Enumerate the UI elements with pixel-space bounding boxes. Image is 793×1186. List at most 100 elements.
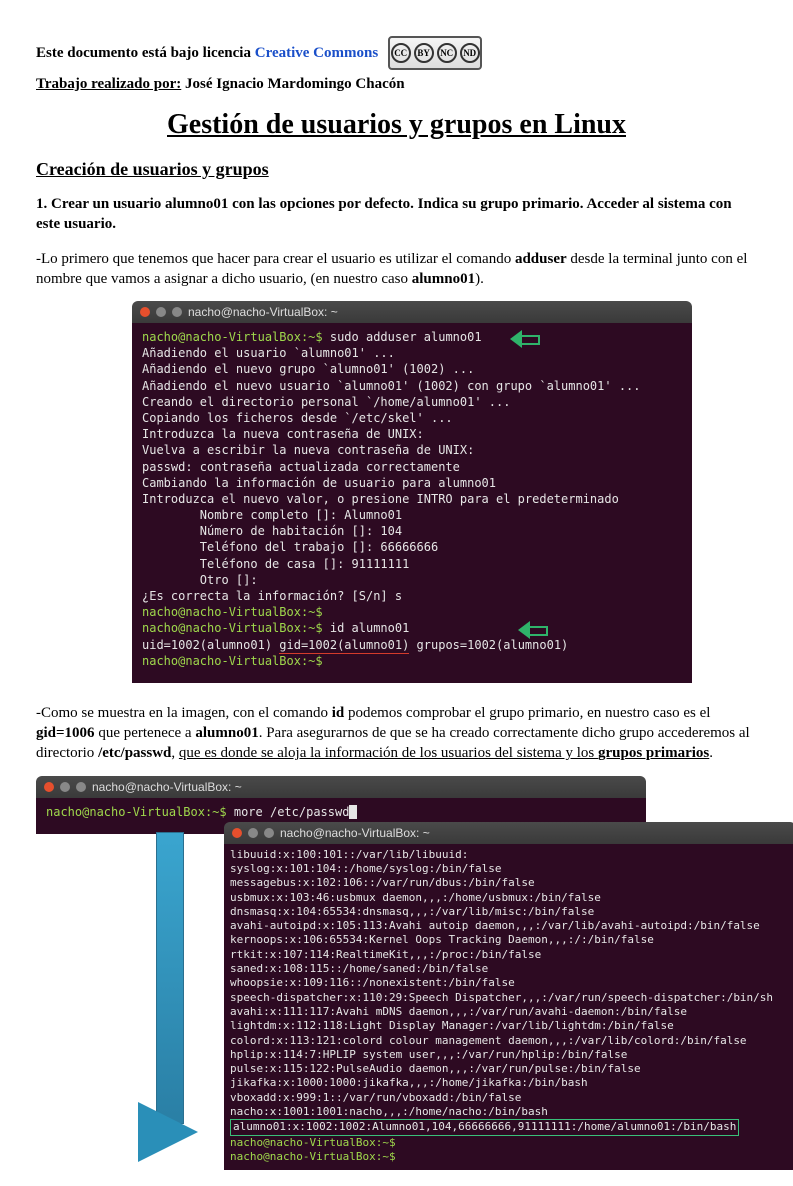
- maximize-icon[interactable]: [172, 307, 182, 317]
- t1-l11: Introduzca el nuevo valor, o presione IN…: [142, 492, 619, 506]
- t2b-l8: saned:x:108:115::/home/saned:/bin/false: [230, 962, 488, 975]
- t2b-l3: usbmux:x:103:46:usbmux daemon,,,:/home/u…: [230, 891, 601, 904]
- t1-l17: ¿Es correcta la información? [S/n] s: [142, 589, 402, 603]
- arrow-icon: [510, 332, 538, 344]
- t2b-l4: dnsmasq:x:104:65534:dnsmasq,,,:/var/lib/…: [230, 905, 594, 918]
- t1-l18-prompt: nacho@nacho-VirtualBox:~$: [142, 605, 323, 619]
- terminal-2b-title: nacho@nacho-VirtualBox: ~: [280, 826, 430, 840]
- p1-t1: -Lo primero que tenemos que hacer para c…: [36, 251, 515, 267]
- t1-l1-cmd: sudo adduser alumno01: [323, 330, 482, 344]
- license-text: Este documento está bajo licencia Creati…: [36, 45, 378, 62]
- t1-l20c: grupos=1002(alumno01): [409, 638, 568, 652]
- t1-l6: Copiando los ficheros desde `/etc/skel' …: [142, 411, 453, 425]
- t1-l7: Introduzca la nueva contraseña de UNIX:: [142, 427, 424, 441]
- t1-l15: Teléfono de casa []: 91111111: [142, 557, 409, 571]
- minimize-icon[interactable]: [60, 782, 70, 792]
- author-label: Trabajo realizado por:: [36, 76, 181, 92]
- t1-l5: Creando el directorio personal `/home/al…: [142, 395, 510, 409]
- terminal-1-title: nacho@nacho-VirtualBox: ~: [188, 305, 338, 319]
- terminal-group-2: nacho@nacho-VirtualBox: ~ nacho@nacho-Vi…: [36, 776, 756, 1176]
- t2b-tail2: nacho@nacho-VirtualBox:~$: [230, 1150, 396, 1163]
- p2-b5: grupos primarios: [598, 745, 709, 761]
- section-heading: Creación de usuarios y grupos: [36, 159, 757, 180]
- t2b-l13: colord:x:113:121:colord colour managemen…: [230, 1034, 747, 1047]
- t1-l10: Cambiando la información de usuario para…: [142, 476, 496, 490]
- terminal-1: nacho@nacho-VirtualBox: ~ nacho@nacho-Vi…: [132, 301, 692, 683]
- t2b-l12: lightdm:x:112:118:Light Display Manager:…: [230, 1019, 674, 1032]
- t2a-cmd: more /etc/passwd: [227, 805, 350, 819]
- page-title: Gestión de usuarios y grupos en Linux: [36, 109, 757, 141]
- terminal-1-titlebar: nacho@nacho-VirtualBox: ~: [132, 301, 692, 323]
- p2-t2: podemos comprobar el grupo primario, en …: [344, 705, 710, 721]
- t1-l20b: gid=1002(alumno01): [279, 638, 409, 654]
- minimize-icon[interactable]: [156, 307, 166, 317]
- p2-b4: /etc/passwd: [98, 745, 171, 761]
- t1-l3: Añadiendo el nuevo grupo `alumno01' (100…: [142, 362, 474, 376]
- t1-l8: Vuelva a escribir la nueva contraseña de…: [142, 443, 474, 457]
- task-statement: 1. Crear un usuario alumno01 con las opc…: [36, 194, 757, 235]
- t2b-l9: whoopsie:x:109:116::/nonexistent:/bin/fa…: [230, 976, 515, 989]
- terminal-2a-titlebar: nacho@nacho-VirtualBox: ~: [36, 776, 646, 798]
- nc-icon: NC: [437, 43, 457, 63]
- creative-commons-link[interactable]: Creative Commons: [255, 45, 378, 61]
- p2-u1: que es donde se aloja la información de …: [179, 745, 598, 761]
- p1-t3: ).: [475, 271, 484, 287]
- terminal-1-body: nacho@nacho-VirtualBox:~$ sudo adduser a…: [132, 323, 692, 683]
- big-arrow-icon: [136, 832, 216, 1162]
- t2b-l6: kernoops:x:106:65534:Kernel Oops Trackin…: [230, 933, 654, 946]
- maximize-icon[interactable]: [264, 828, 274, 838]
- close-icon[interactable]: [140, 307, 150, 317]
- maximize-icon[interactable]: [76, 782, 86, 792]
- p1-b2: alumno01: [412, 271, 475, 287]
- t1-l19-cmd: id alumno01: [323, 621, 410, 635]
- paragraph-1: -Lo primero que tenemos que hacer para c…: [36, 249, 757, 290]
- p2-b3: alumno01: [195, 725, 258, 741]
- t2b-l17: vboxadd:x:999:1::/var/run/vboxadd:/bin/f…: [230, 1091, 521, 1104]
- t2b-l1: syslog:x:101:104::/home/syslog:/bin/fals…: [230, 862, 502, 875]
- t2b-l15: pulse:x:115:122:PulseAudio daemon,,,:/va…: [230, 1062, 641, 1075]
- t1-l16: Otro []:: [142, 573, 258, 587]
- p2-t3: que pertenece a: [95, 725, 196, 741]
- paragraph-2: -Como se muestra en la imagen, con el co…: [36, 703, 757, 764]
- p2-b1: id: [332, 705, 345, 721]
- author-line: Trabajo realizado por: José Ignacio Mard…: [36, 76, 757, 93]
- t1-l19-prompt: nacho@nacho-VirtualBox:~$: [142, 621, 323, 635]
- t1-l20a: uid=1002(alumno01): [142, 638, 279, 652]
- t1-l4: Añadiendo el nuevo usuario `alumno01' (1…: [142, 379, 641, 393]
- license-prefix: Este documento está bajo licencia: [36, 45, 255, 61]
- cursor-icon: [349, 805, 357, 819]
- t2b-tail1: nacho@nacho-VirtualBox:~$: [230, 1136, 396, 1149]
- t1-l13: Número de habitación []: 104: [142, 524, 402, 538]
- t1-l21-prompt: nacho@nacho-VirtualBox:~$: [142, 654, 323, 668]
- close-icon[interactable]: [232, 828, 242, 838]
- p1-b1: adduser: [515, 251, 567, 267]
- license-row: Este documento está bajo licencia Creati…: [36, 36, 757, 70]
- t2b-l11: avahi:x:111:117:Avahi mDNS daemon,,,:/va…: [230, 1005, 687, 1018]
- arrow-icon: [518, 623, 546, 635]
- t2b-l14: hplip:x:114:7:HPLIP system user,,,:/var/…: [230, 1048, 627, 1061]
- t2b-l10: speech-dispatcher:x:110:29:Speech Dispat…: [230, 991, 773, 1004]
- t2b-l7: rtkit:x:107:114:RealtimeKit,,,:/proc:/bi…: [230, 948, 541, 961]
- t1-l14: Teléfono del trabajo []: 66666666: [142, 540, 438, 554]
- by-icon: BY: [414, 43, 434, 63]
- terminal-2b-titlebar: nacho@nacho-VirtualBox: ~: [224, 822, 793, 844]
- p2-t6: .: [709, 745, 713, 761]
- p2-t1: -Como se muestra en la imagen, con el co…: [36, 705, 332, 721]
- t1-l1-prompt: nacho@nacho-VirtualBox:~$: [142, 330, 323, 344]
- t2b-l5: avahi-autoipd:x:105:113:Avahi autoip dae…: [230, 919, 760, 932]
- t1-l12: Nombre completo []: Alumno01: [142, 508, 402, 522]
- t2a-prompt: nacho@nacho-VirtualBox:~$: [46, 805, 227, 819]
- terminal-2a-title: nacho@nacho-VirtualBox: ~: [92, 780, 242, 794]
- t2b-l2: messagebus:x:102:106::/var/run/dbus:/bin…: [230, 876, 535, 889]
- cc-icon: CC: [391, 43, 411, 63]
- t2b-l16: jikafka:x:1000:1000:jikafka,,,:/home/jik…: [230, 1076, 588, 1089]
- p2-t5: ,: [171, 745, 179, 761]
- t1-l2: Añadiendo el usuario `alumno01' ...: [142, 346, 395, 360]
- p2-b2: gid=1006: [36, 725, 95, 741]
- minimize-icon[interactable]: [248, 828, 258, 838]
- terminal-2b-body: libuuid:x:100:101::/var/lib/libuuid: sys…: [224, 844, 793, 1171]
- terminal-2b: nacho@nacho-VirtualBox: ~ libuuid:x:100:…: [224, 822, 793, 1171]
- cc-badge-icon: CC BY NC ND: [388, 36, 482, 70]
- t2b-l0: libuuid:x:100:101::/var/lib/libuuid:: [230, 848, 468, 861]
- close-icon[interactable]: [44, 782, 54, 792]
